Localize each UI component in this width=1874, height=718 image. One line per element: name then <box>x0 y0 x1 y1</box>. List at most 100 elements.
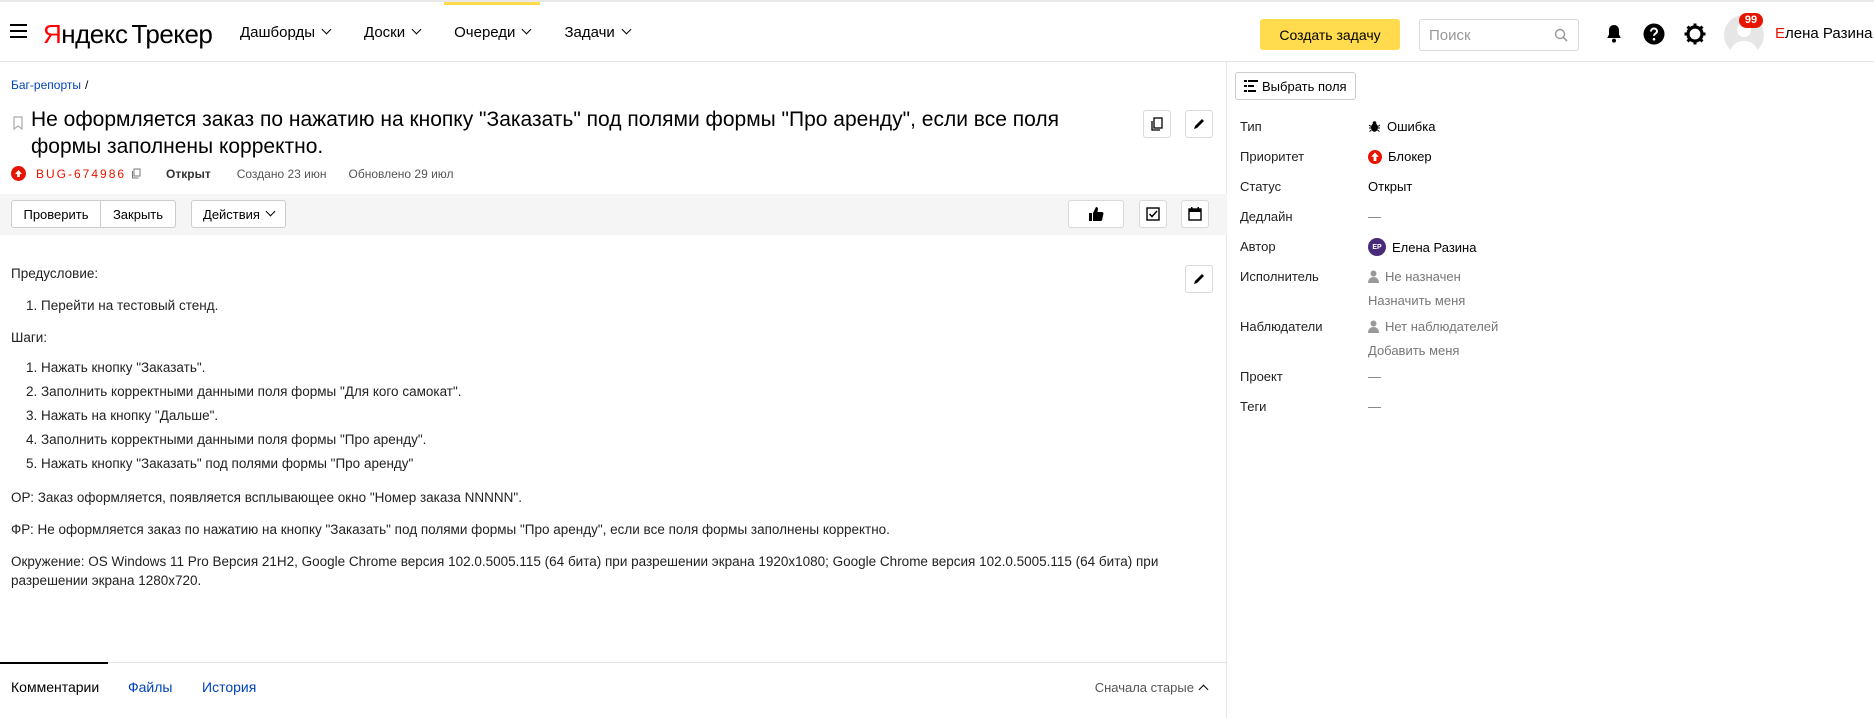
bell-icon[interactable] <box>1602 22 1626 46</box>
search-input[interactable] <box>1420 20 1540 50</box>
help-icon[interactable] <box>1642 22 1666 46</box>
field-value-type[interactable]: Ошибка <box>1368 119 1435 134</box>
edit-description-button[interactable] <box>1185 265 1213 293</box>
field-label-priority: Приоритет <box>1240 149 1305 164</box>
assign-me-link[interactable]: Назначить меня <box>1368 293 1465 308</box>
list-item: 5. Нажать кнопку "Заказать" под полями ф… <box>26 456 414 471</box>
chevron-down-icon <box>621 24 632 35</box>
field-label-author: Автор <box>1240 239 1276 254</box>
steps-list: 1. Нажать кнопку "Заказать". 2. Заполнит… <box>26 356 1171 476</box>
steps-title: Шаги: <box>11 330 48 345</box>
nav-label: Очереди <box>454 23 516 41</box>
edit-title-button[interactable] <box>1185 110 1213 138</box>
precondition-list: 1. Перейти на тестовый стенд. <box>26 296 1171 315</box>
tab-files[interactable]: Файлы <box>128 679 172 695</box>
top-header: Яндекс Трекер Дашборды Доски Очереди Зада… <box>0 0 1874 62</box>
author-name: Елена Разина <box>1392 239 1477 255</box>
checklist-button[interactable] <box>1139 200 1167 228</box>
priority-blocker-icon <box>1368 149 1382 164</box>
logo-brand-rest: ндекс <box>61 19 128 49</box>
nav-label: Доски <box>364 23 406 41</box>
nav-queues[interactable]: Очереди <box>444 2 541 62</box>
priority-value: Блокер <box>1388 149 1432 164</box>
field-label-status: Статус <box>1240 179 1282 194</box>
notifications-badge: 99 <box>1739 13 1763 28</box>
field-label-project: Проект <box>1240 369 1283 384</box>
chevron-down-icon <box>321 24 332 35</box>
field-value-deadline[interactable]: — <box>1368 209 1381 224</box>
sort-order-toggle[interactable]: Сначала старые <box>1094 680 1209 695</box>
nav-boards[interactable]: Доски <box>354 2 430 62</box>
user-name-first: Е <box>1775 25 1786 42</box>
close-button[interactable]: Закрыть <box>101 200 176 228</box>
check-button[interactable]: Проверить <box>11 200 101 228</box>
list-item: 4. Заполнить корректными данными поля фо… <box>26 432 427 447</box>
list-item: 1. Нажать кнопку "Заказать". <box>26 360 206 375</box>
nav-dashboards[interactable]: Дашборды <box>230 2 340 62</box>
field-value-followers[interactable]: Нет наблюдателей <box>1368 319 1498 334</box>
assignee-value: Не назначен <box>1385 269 1461 284</box>
pencil-icon <box>1194 274 1204 284</box>
field-value-project[interactable]: — <box>1368 369 1381 384</box>
bookmark-icon[interactable] <box>12 116 24 130</box>
user-name-rest: лена Разина <box>1785 25 1873 42</box>
tab-comments[interactable]: Комментарии <box>0 662 109 695</box>
field-value-status[interactable]: Открыт <box>1368 179 1412 194</box>
actions-label: Действия <box>203 206 260 222</box>
followers-value: Нет наблюдателей <box>1385 319 1499 334</box>
priority-blocker-icon <box>11 166 26 181</box>
logo-product: Трекер <box>131 19 213 49</box>
comments-tabs: Комментарии Файлы История Сначала старые <box>0 662 1227 718</box>
gear-icon[interactable] <box>1683 22 1707 46</box>
pencil-icon <box>1194 119 1204 129</box>
issue-key[interactable]: BUG-674986 <box>36 167 126 181</box>
person-icon <box>1368 320 1379 333</box>
chevron-down-icon <box>411 24 422 35</box>
thumbs-up-icon <box>1089 207 1104 221</box>
status-badge[interactable]: Открыт <box>166 167 211 181</box>
add-me-link[interactable]: Добавить меня <box>1368 343 1459 358</box>
issue-title: Не оформляется заказ по нажатию на кнопк… <box>31 108 1059 158</box>
search-icon[interactable] <box>1554 28 1568 42</box>
issue-description: Предусловие: 1. Перейти на тестовый стен… <box>11 264 1171 603</box>
logo[interactable]: Яндекс Трекер <box>43 19 213 50</box>
user-name[interactable]: Елена Разина <box>1775 25 1872 42</box>
issue-main: Баг-репорты / Не оформляется заказ по наж… <box>0 62 1227 718</box>
issue-meta: BUG-674986 Открыт Создано 23 июн Обновле… <box>11 166 454 181</box>
actual-result: ФР: Не оформляется заказ по нажатию на к… <box>11 522 890 537</box>
logo-brand-first: Я <box>43 19 62 49</box>
like-button[interactable] <box>1068 200 1124 228</box>
breadcrumb: Баг-репорты / <box>11 78 88 92</box>
user-avatar[interactable]: 99 <box>1724 13 1766 55</box>
breadcrumb-queue-link[interactable]: Баг-репорты <box>11 78 81 92</box>
environment: Окружение: OS Windows 11 Pro Версия 21H2… <box>11 554 1159 588</box>
nav-label: Задачи <box>564 23 615 41</box>
copy-link-button[interactable] <box>1143 110 1171 138</box>
actions-dropdown[interactable]: Действия <box>191 200 286 228</box>
field-value-priority[interactable]: Блокер <box>1368 149 1432 164</box>
list-item: 3. Нажать на кнопку "Дальше". <box>26 408 219 423</box>
copy-key-icon[interactable] <box>131 168 142 179</box>
updated-date: Обновлено 29 июл <box>348 166 454 181</box>
field-label-tags: Теги <box>1240 399 1267 414</box>
chevron-down-icon <box>265 206 276 217</box>
list-item: 2. Заполнить корректными данными поля фо… <box>26 384 462 399</box>
field-value-tags[interactable]: — <box>1368 399 1381 414</box>
choose-fields-button[interactable]: Выбрать поля <box>1235 72 1356 100</box>
field-label-followers: Наблюдатели <box>1240 319 1323 334</box>
issue-sidebar: Выбрать поля Тип Ошибка Приоритет Блокер… <box>1228 62 1874 718</box>
field-value-author[interactable]: ЕР Елена Разина <box>1368 238 1476 256</box>
breadcrumb-separator: / <box>84 78 89 92</box>
tab-history[interactable]: История <box>202 679 256 695</box>
menu-icon[interactable] <box>10 24 27 38</box>
nav-tasks[interactable]: Задачи <box>554 2 639 62</box>
calendar-button[interactable] <box>1181 200 1209 228</box>
field-label-type: Тип <box>1240 119 1262 134</box>
calendar-icon <box>1188 207 1202 221</box>
precondition-title: Предусловие: <box>11 266 99 281</box>
search-box <box>1419 19 1579 51</box>
create-task-button[interactable]: Создать задачу <box>1260 19 1400 50</box>
issue-toolbar: Проверить Закрыть Действия <box>0 194 1227 235</box>
sort-label: Сначала старые <box>1094 680 1194 695</box>
field-value-assignee[interactable]: Не назначен <box>1368 269 1461 284</box>
